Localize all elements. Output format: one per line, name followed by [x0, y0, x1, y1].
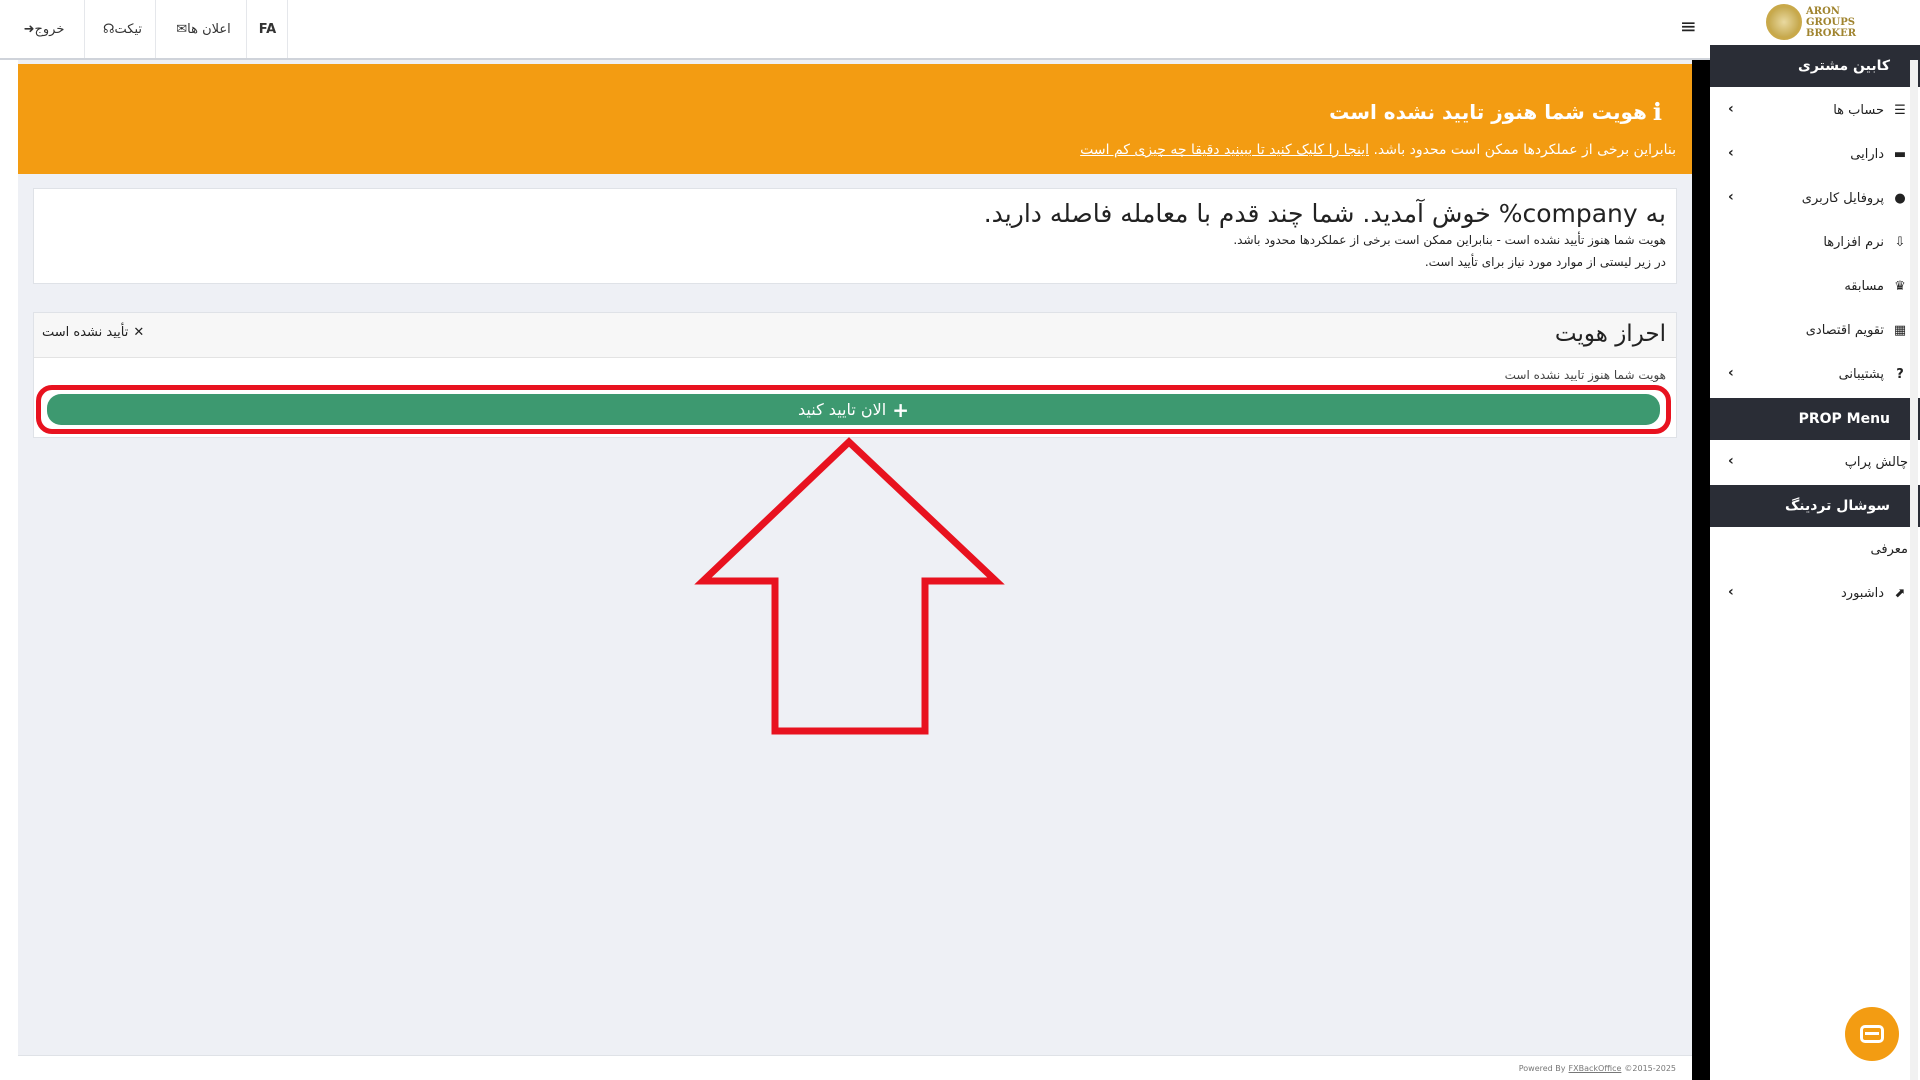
plus-icon: +: [892, 397, 909, 422]
sidebar-item-profile[interactable]: ‹ پروفایل کاربری ●: [1710, 176, 1920, 220]
verification-subtext: هویت شما هنوز تایید نشده است: [1504, 368, 1666, 382]
footer: Powered By FXBackOffice ©2015-2025: [18, 1055, 1692, 1080]
sidebar-scrollbar[interactable]: [1910, 60, 1918, 1080]
welcome-heading: به company% خوش آمدید. شما چند قدم با مع…: [983, 199, 1666, 228]
question-icon: ?: [1896, 366, 1904, 382]
chevron-left-icon: ‹: [1728, 453, 1734, 469]
sidebar-divider: [1692, 60, 1710, 1080]
ticket-link[interactable]: ☊ تیکت: [86, 0, 156, 58]
top-navbar: ➜ خروج ☊ تیکت ✉ اعلان ها FA ≡: [0, 0, 1710, 60]
sidebar-item-calendar[interactable]: تقویم اقتصادی ▦: [1710, 308, 1920, 352]
logo-emblem-icon: [1766, 4, 1802, 40]
brand-logo[interactable]: ARON GROUPS BROKER: [1766, 4, 1862, 40]
chat-button[interactable]: [1845, 1007, 1899, 1061]
logout-link[interactable]: ➜ خروج: [0, 0, 85, 58]
verify-now-button[interactable]: الان تایید کنید +: [47, 394, 1660, 425]
identity-alert: هویت شما هنوز تایید نشده است ℹ بنابراین …: [18, 64, 1692, 174]
chevron-left-icon: ‹: [1728, 101, 1734, 117]
sidebar-item-support[interactable]: ‹ پشتیبانی ?: [1710, 352, 1920, 396]
language-switch[interactable]: FA: [248, 0, 288, 58]
envelope-icon: ✉: [176, 21, 188, 37]
missing-items-link[interactable]: اینجا را کلیک کنید تا ببینید دقیقا چه چی…: [1080, 142, 1369, 158]
info-icon: ℹ: [1652, 98, 1662, 126]
calendar-icon: ▦: [1893, 322, 1907, 338]
chevron-left-icon: ‹: [1728, 584, 1734, 600]
sidebar-item-accounts[interactable]: ‹ حساب ها ☰: [1710, 88, 1920, 132]
user-icon: ●: [1894, 190, 1906, 206]
download-icon: ⇩: [1894, 234, 1906, 250]
welcome-panel: به company% خوش آمدید. شما چند قدم با مع…: [33, 188, 1677, 284]
sidebar-item-dashboard[interactable]: ‹ داشبورد ⬈: [1710, 571, 1920, 615]
welcome-text-list: در زیر لیستی از موارد مورد نیاز برای تأی…: [1424, 255, 1666, 269]
hamburger-icon[interactable]: ≡: [1680, 14, 1697, 38]
highlight-box: الان تایید کنید +: [36, 385, 1671, 434]
close-icon: ✕: [133, 325, 145, 340]
footer-link[interactable]: FXBackOffice: [1569, 1064, 1622, 1073]
chat-icon: [1860, 1025, 1884, 1043]
sidebar-section-prop-menu: PROP Menu: [1710, 398, 1920, 440]
card-header: احراز هویت تأیید نشده است ✕: [34, 313, 1676, 358]
list-icon: ☰: [1894, 102, 1906, 118]
sidebar-item-introduction[interactable]: معرفی: [1710, 527, 1920, 571]
wallet-icon: ▬: [1893, 146, 1907, 162]
welcome-text: هویت شما هنوز تأیید نشده است - بنابراین …: [1233, 233, 1666, 247]
sidebar-section-client-cabin: کابین مشتری: [1710, 45, 1920, 87]
trophy-icon: ♛: [1894, 278, 1906, 294]
sidebar-item-assets[interactable]: ‹ دارایی ▬: [1710, 132, 1920, 176]
sidebar-section-social-trading: سوشال تردینگ: [1710, 485, 1920, 527]
status-badge: تأیید نشده است ✕: [42, 325, 145, 340]
support-icon: ☊: [102, 21, 115, 37]
chevron-left-icon: ‹: [1728, 365, 1734, 381]
sidebar-item-software[interactable]: نرم افزارها ⇩: [1710, 220, 1920, 264]
sign-out-icon: ➜: [23, 21, 35, 37]
card-title: احراز هویت: [1554, 321, 1666, 347]
left-margin: [0, 60, 18, 1080]
chevron-left-icon: ‹: [1728, 145, 1734, 161]
chart-icon: ⬈: [1894, 585, 1906, 601]
chevron-left-icon: ‹: [1728, 189, 1734, 205]
sidebar-item-prop-challenge[interactable]: ‹ چالش پراپ: [1710, 440, 1920, 484]
notifications-link[interactable]: ✉ اعلان ها: [157, 0, 247, 58]
sidebar-item-competition[interactable]: مسابقه ♛: [1710, 264, 1920, 308]
